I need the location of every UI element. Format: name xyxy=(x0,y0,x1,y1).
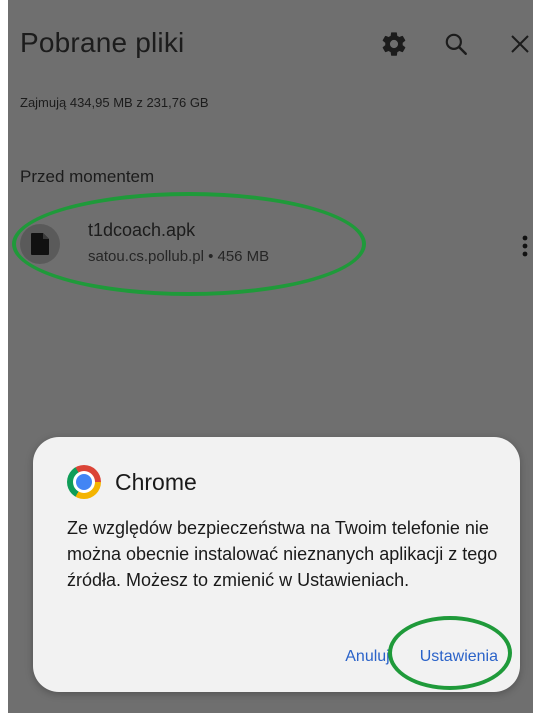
section-header: Przed momentem xyxy=(20,167,155,186)
search-icon xyxy=(445,33,467,55)
chrome-icon xyxy=(67,465,101,499)
download-item[interactable]: t1dcoach.apk satou.cs.pollub.pl • 456 MB xyxy=(8,212,533,280)
dialog-header: Chrome xyxy=(67,465,197,499)
gear-icon xyxy=(382,32,406,56)
file-icon-container xyxy=(20,224,60,264)
more-vert-icon xyxy=(522,235,528,257)
dialog-actions: Anuluj Ustawienia xyxy=(345,648,498,666)
settings-button-dialog[interactable]: Ustawienia xyxy=(420,648,498,666)
more-options-button[interactable] xyxy=(517,230,533,262)
dialog-title: Chrome xyxy=(115,468,197,495)
close-button[interactable] xyxy=(504,28,533,60)
storage-info: Zajmują 434,95 MB z 231,76 GB xyxy=(20,95,209,110)
cancel-button[interactable]: Anuluj xyxy=(345,648,389,666)
search-button[interactable] xyxy=(440,28,472,60)
file-meta: satou.cs.pollub.pl • 456 MB xyxy=(88,248,270,265)
close-icon xyxy=(511,35,529,53)
install-blocked-dialog: Chrome Ze względów bezpieczeństwa na Two… xyxy=(33,437,520,692)
document-icon xyxy=(31,233,49,255)
page-title: Pobrane pliki xyxy=(20,27,185,58)
screen: Pobrane pliki Zajmują 434,95 MB z 231,76… xyxy=(8,0,533,713)
file-name: t1dcoach.apk xyxy=(88,220,196,240)
settings-button[interactable] xyxy=(378,28,410,60)
dialog-message: Ze względów bezpieczeństwa na Twoim tele… xyxy=(67,518,498,590)
app-bar: Pobrane pliki xyxy=(8,0,533,90)
